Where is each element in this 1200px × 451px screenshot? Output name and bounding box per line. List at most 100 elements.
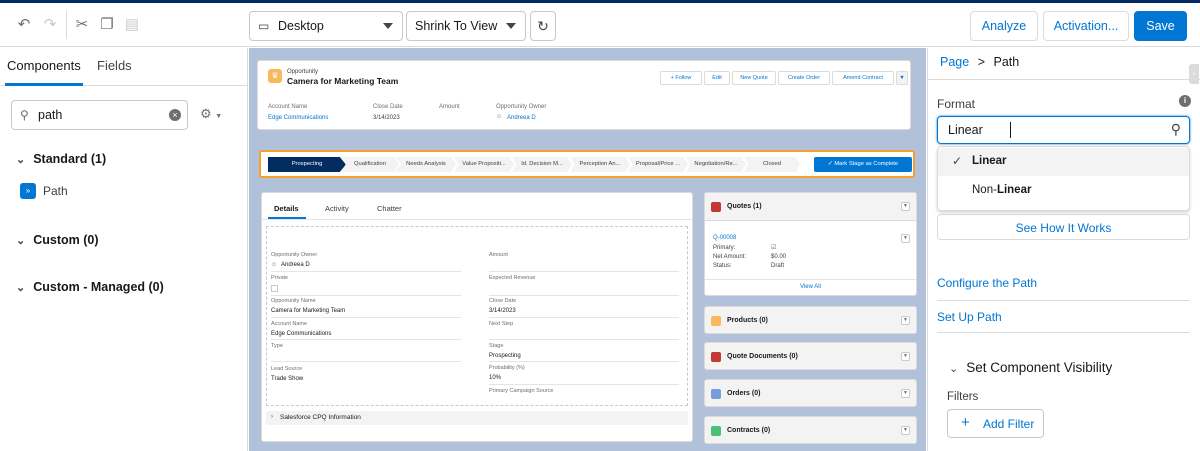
tab-fields[interactable]: Fields	[97, 58, 132, 73]
path-component[interactable]: Prospecting Qualification Needs Analysis…	[259, 150, 915, 178]
breadcrumb-page-link[interactable]: Page	[940, 55, 969, 69]
custom-section-label: Custom (0)	[33, 233, 99, 247]
option-non-linear[interactable]: Non-Linear	[938, 177, 1189, 205]
cpq-section-header[interactable]: › Salesforce CPQ Information	[266, 411, 688, 425]
option-linear[interactable]: ✓ Linear	[938, 148, 1189, 176]
see-how-it-works-button[interactable]: See How It Works	[937, 214, 1190, 240]
quote-number-link[interactable]: Q-00008	[713, 235, 736, 241]
custom-managed-section-header[interactable]: ⌄ Custom - Managed (0)	[16, 280, 164, 294]
field-divider	[489, 317, 679, 318]
zoom-select[interactable]: Shrink To View	[406, 11, 526, 41]
checkbox-checked-icon: ☑	[771, 245, 777, 251]
collapse-panel-icon[interactable]: ›	[1189, 64, 1199, 84]
field-owner-link[interactable]: Andreea D	[281, 262, 310, 268]
record-title: Camera for Marketing Team	[287, 76, 399, 86]
dropdown-icon[interactable]: ▼	[901, 426, 910, 435]
more-actions-icon[interactable]: ▼	[896, 71, 908, 85]
field-label: Close Date	[489, 298, 517, 304]
cut-icon[interactable]: ✂	[72, 15, 92, 35]
amend-contract-button[interactable]: Amend Contract	[832, 71, 894, 85]
dropdown-icon[interactable]: ▼	[901, 316, 910, 325]
path-stage[interactable]: Value Propositi...	[454, 157, 514, 172]
configure-path-link[interactable]: Configure the Path	[937, 276, 1037, 290]
tab-activity[interactable]: Activity	[325, 204, 349, 213]
path-stage-active[interactable]: Prospecting	[268, 157, 346, 172]
field-divider	[489, 271, 679, 272]
components-panel: Components Fields ⚲ path × ⚙ ▼ ⌄ Standard…	[0, 48, 248, 451]
highlight-account-link[interactable]: Edge Communications	[268, 115, 328, 121]
copy-icon[interactable]: ❐	[97, 15, 117, 35]
dropdown-icon[interactable]: ▼	[901, 352, 910, 361]
clear-icon[interactable]: ×	[169, 109, 181, 121]
tab-details[interactable]: Details	[274, 204, 299, 213]
redo-icon[interactable]: ↷	[40, 15, 60, 35]
check-icon: ✓	[952, 154, 963, 168]
field-divider	[271, 271, 461, 272]
analyze-button[interactable]: Analyze	[970, 11, 1038, 41]
contracts-title[interactable]: Contracts (0)	[727, 427, 770, 434]
mark-stage-complete-button[interactable]: ✓ Mark Stage as Complete	[814, 157, 912, 172]
component-path-label: Path	[43, 184, 68, 198]
add-filter-button[interactable]: + Add Filter	[947, 409, 1044, 438]
text-cursor	[1010, 122, 1011, 138]
active-tab-indicator	[5, 83, 83, 86]
format-input-value: Linear	[948, 123, 983, 137]
path-stage[interactable]: Perception An...	[570, 157, 630, 172]
standard-section-header[interactable]: ⌄ Standard (1)	[16, 152, 106, 166]
field-value: Trade Show	[271, 376, 304, 382]
settings-gear-icon[interactable]: ⚙ ▼	[200, 106, 222, 122]
orders-title[interactable]: Orders (0)	[727, 390, 760, 397]
filters-label: Filters	[947, 391, 979, 403]
edit-button[interactable]: Edit	[704, 71, 730, 85]
field-label: Primary Campaign Source	[489, 388, 554, 394]
activation-button[interactable]: Activation...	[1043, 11, 1129, 41]
record-details-card: Details Activity Chatter Opportunity Own…	[261, 192, 693, 442]
highlight-owner-link[interactable]: Andreea D	[507, 115, 536, 121]
quote-field-label: Net Amount:	[713, 254, 747, 260]
products-title[interactable]: Products (0)	[727, 317, 768, 324]
path-stage[interactable]: Proposal/Price ...	[628, 157, 688, 172]
format-combobox[interactable]: Linear ⚲	[937, 116, 1190, 144]
path-stage[interactable]: Qualification	[341, 157, 399, 172]
quote-icon	[711, 202, 721, 212]
follow-button[interactable]: + Follow	[660, 71, 702, 85]
undo-icon[interactable]: ↶	[14, 15, 34, 35]
chevron-down-icon: ⌄	[16, 282, 26, 294]
record-header[interactable]: ♛ Opportunity Camera for Marketing Team …	[257, 60, 911, 130]
set-up-path-link[interactable]: Set Up Path	[937, 310, 1002, 324]
new-quote-button[interactable]: New Quote	[732, 71, 776, 85]
section-divider	[937, 300, 1190, 301]
dropdown-icon[interactable]: ▼	[901, 389, 910, 398]
refresh-icon: ↻	[537, 18, 549, 34]
visibility-section-header[interactable]: ⌄ Set Component Visibility	[949, 360, 1112, 375]
zoom-select-value: Shrink To View	[415, 19, 498, 33]
custom-section-header[interactable]: ⌄ Custom (0)	[16, 233, 99, 247]
quotes-title[interactable]: Quotes (1)	[727, 203, 762, 210]
private-checkbox[interactable]	[271, 285, 278, 292]
paste-icon[interactable]: ▤	[122, 15, 142, 35]
tab-chatter[interactable]: Chatter	[377, 204, 402, 213]
path-stage[interactable]: Closed	[744, 157, 800, 172]
info-icon[interactable]: i	[1179, 95, 1191, 107]
chevron-right-icon: ›	[271, 414, 273, 420]
field-label: Opportunity Name	[271, 298, 316, 304]
save-button[interactable]: Save	[1134, 11, 1187, 41]
view-all-link[interactable]: View All	[800, 284, 821, 290]
device-select[interactable]: ▭ Desktop	[249, 11, 403, 41]
option-linear-label: Linear	[972, 155, 1007, 167]
path-stage[interactable]: Negotiation/Re...	[686, 157, 746, 172]
dropdown-icon[interactable]: ▼	[901, 202, 910, 211]
refresh-button[interactable]: ↻	[530, 11, 556, 41]
component-search-input[interactable]: ⚲ path ×	[11, 100, 188, 130]
field-account-link[interactable]: Edge Communications	[271, 331, 331, 337]
format-dropdown: ✓ Linear Non-Linear	[937, 146, 1190, 211]
page-canvas[interactable]: ♛ Opportunity Camera for Marketing Team …	[249, 48, 926, 451]
related-quote-documents-card: Quote Documents (0) ▼	[704, 342, 917, 370]
tab-components[interactable]: Components	[7, 58, 81, 73]
field-label: Lead Source	[271, 366, 303, 372]
path-stage[interactable]: Id. Decision M...	[512, 157, 572, 172]
path-stage[interactable]: Needs Analysis	[396, 157, 456, 172]
create-order-button[interactable]: Create Order	[778, 71, 830, 85]
quote-documents-title[interactable]: Quote Documents (0)	[727, 353, 798, 360]
dropdown-icon[interactable]: ▼	[901, 234, 910, 243]
